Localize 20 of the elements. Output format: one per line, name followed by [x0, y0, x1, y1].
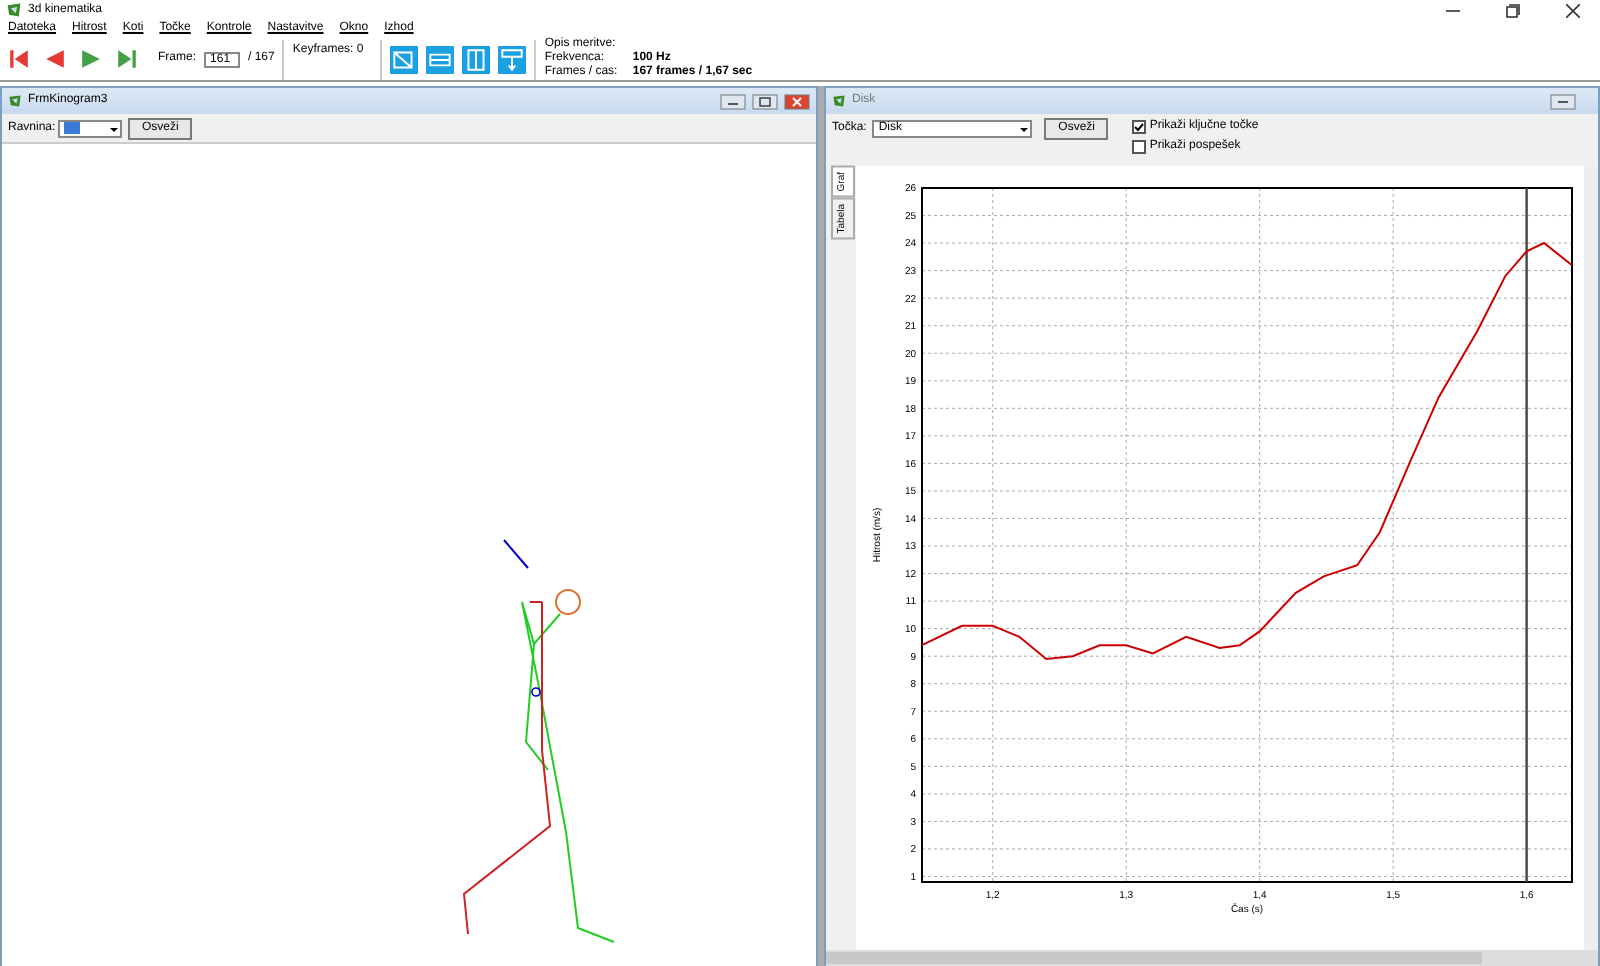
skip-end-icon[interactable] [116, 48, 138, 70]
horizontal-scrollbar[interactable] [826, 950, 1598, 966]
play-back-icon[interactable] [44, 48, 66, 70]
skip-start-icon[interactable] [8, 48, 30, 70]
plane-dropdown[interactable] [58, 119, 123, 137]
play-icon[interactable] [80, 48, 102, 70]
view-layout-icon[interactable] [426, 45, 455, 73]
checkbox[interactable] [1132, 140, 1147, 154]
close-icon[interactable] [1566, 3, 1580, 17]
app-logo-icon [832, 94, 846, 108]
maximize-icon[interactable] [752, 93, 778, 109]
app-logo-icon [8, 94, 22, 108]
view-layout-icon[interactable] [390, 45, 419, 73]
view-layout-icon[interactable] [498, 45, 527, 73]
minimize-icon[interactable] [720, 93, 746, 109]
app-logo-icon [6, 2, 22, 18]
view-layout-icon[interactable] [462, 45, 491, 73]
checkbox[interactable] [1132, 119, 1147, 133]
minimize-icon[interactable] [1550, 93, 1576, 109]
restore-icon[interactable] [1506, 3, 1520, 17]
